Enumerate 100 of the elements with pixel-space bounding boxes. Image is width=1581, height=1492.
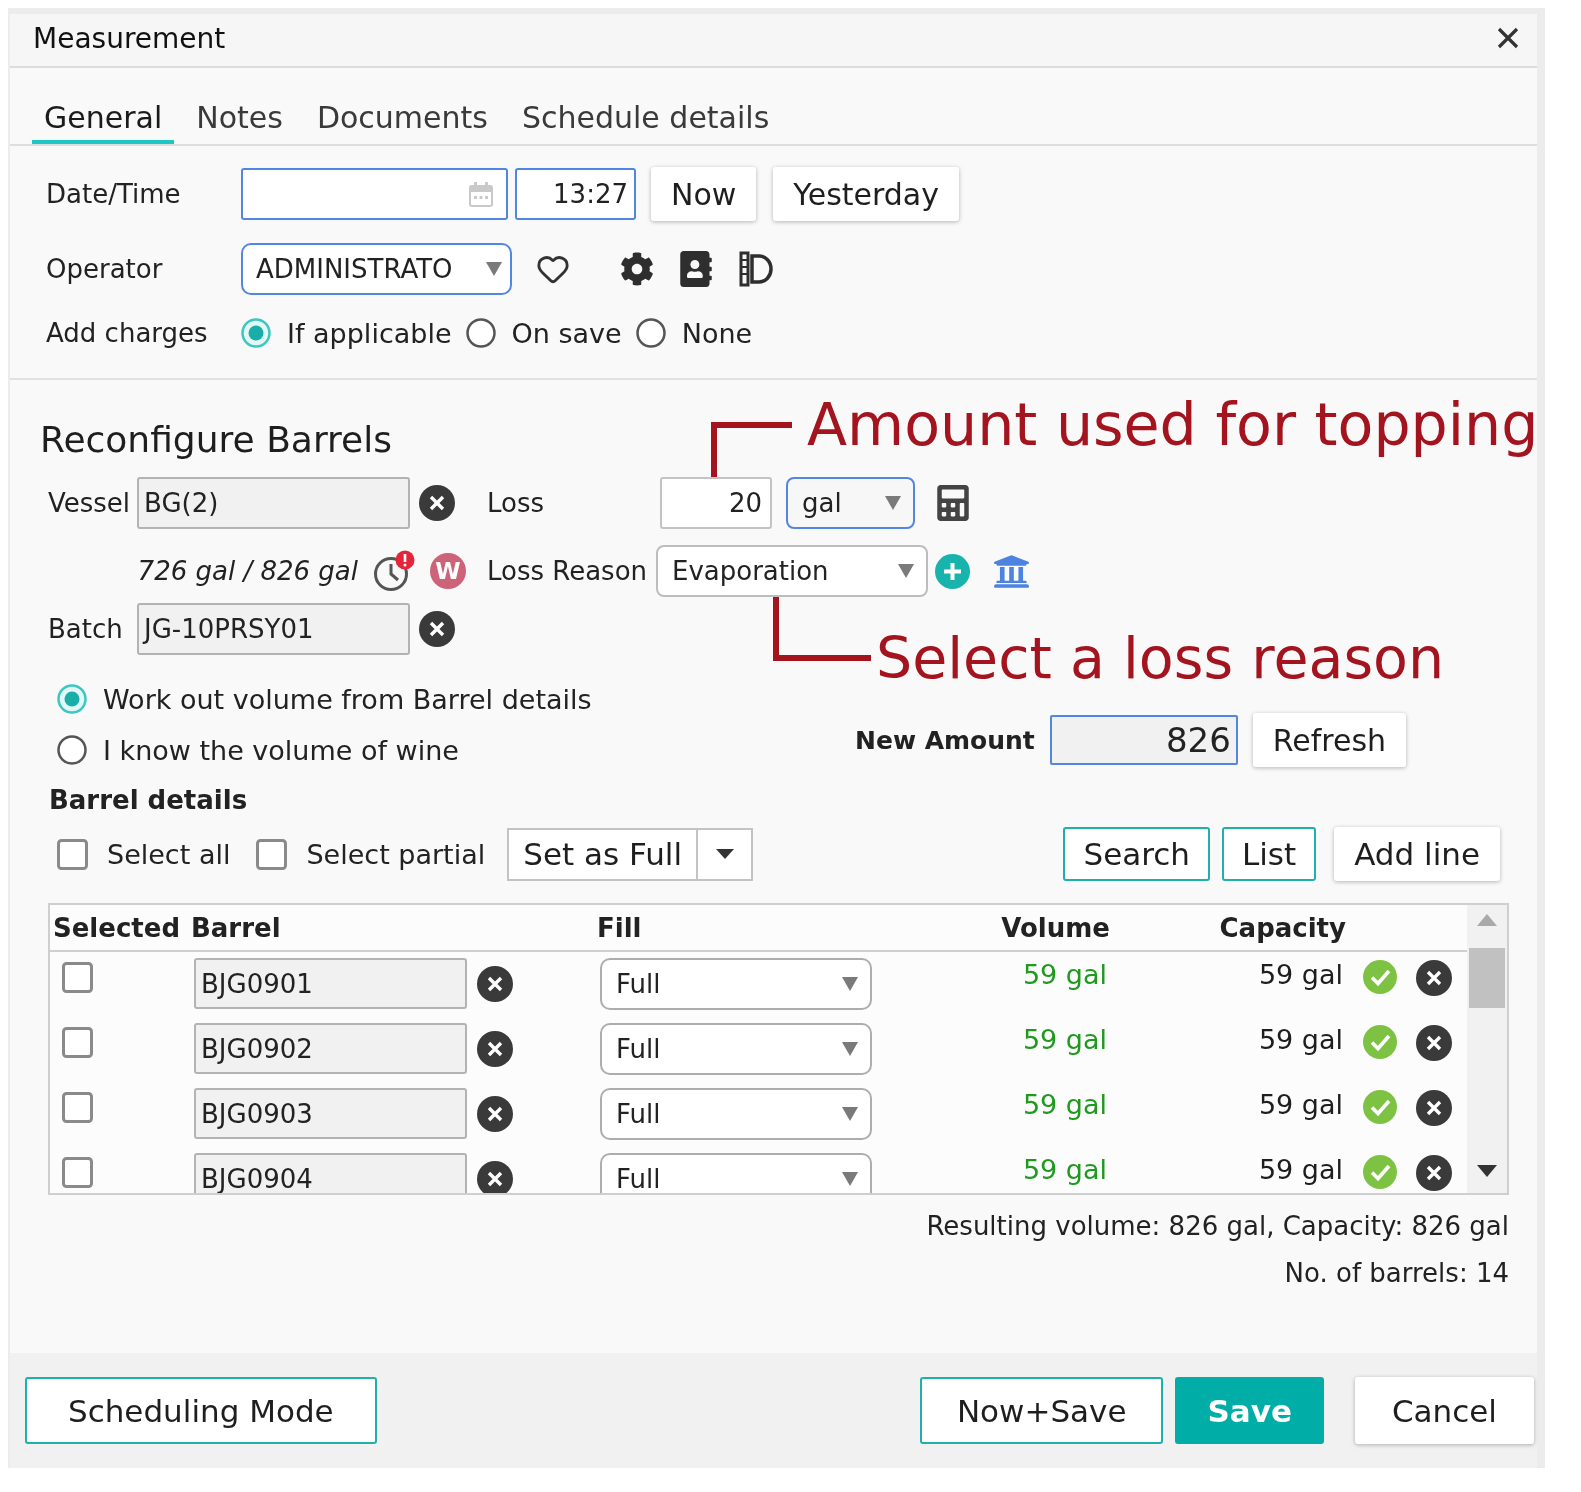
barrel-field[interactable]: BJG0903 <box>194 1088 467 1139</box>
field-label: Loss Reason <box>487 556 649 586</box>
now-button[interactable]: Now <box>651 167 757 221</box>
settings-icon[interactable] <box>620 252 654 286</box>
field-label: Add charges <box>46 318 208 348</box>
check-icon <box>1363 1090 1397 1124</box>
field-label: Operator <box>46 254 163 284</box>
tab[interactable]: Schedule details <box>509 100 782 144</box>
checkbox[interactable] <box>62 1092 93 1123</box>
search-button[interactable]: Search <box>1063 827 1210 881</box>
capacity-cell: 59 gal <box>1258 959 1343 991</box>
barrel-field[interactable]: BJG0901 <box>194 958 467 1009</box>
loss-field[interactable]: 20 <box>660 477 772 529</box>
radio-label[interactable]: I know the volume of wine <box>103 734 459 766</box>
barrel-field[interactable]: BJG0904 <box>194 1153 467 1193</box>
checkbox[interactable] <box>62 1027 93 1058</box>
tab[interactable]: Notes <box>184 100 295 144</box>
checkbox[interactable] <box>57 838 88 870</box>
now-save-button[interactable]: Now+Save <box>919 1377 1164 1444</box>
volume-cell: 59 gal <box>1022 959 1107 991</box>
window-title: Measurement <box>33 21 226 55</box>
radio-label[interactable]: If applicable <box>287 317 452 349</box>
refresh-button[interactable]: Refresh <box>1252 713 1407 767</box>
clear-icon[interactable] <box>477 1161 513 1193</box>
clear-icon[interactable] <box>477 1096 513 1132</box>
caret-icon <box>842 1042 858 1056</box>
vessel-field[interactable]: BG(2) <box>137 477 410 529</box>
tab[interactable]: Documents <box>304 100 500 144</box>
bank-icon[interactable] <box>993 552 1030 590</box>
section-heading: Barrel details <box>49 785 248 815</box>
radio-button[interactable] <box>57 684 87 714</box>
list-button[interactable]: List <box>1221 827 1317 881</box>
initial-badge[interactable]: W <box>430 553 466 589</box>
caret-icon <box>885 496 901 510</box>
remove-icon[interactable] <box>1416 1090 1452 1126</box>
volume-cell: 59 gal <box>1022 1089 1107 1121</box>
column-header: Selected <box>52 912 180 943</box>
radio-button[interactable] <box>465 318 496 348</box>
remove-icon[interactable] <box>1416 1155 1452 1191</box>
scroll-down-icon[interactable] <box>1477 1165 1497 1177</box>
field-label: Vessel <box>48 488 132 518</box>
clear-icon[interactable] <box>419 485 455 521</box>
clear-icon[interactable] <box>477 1031 513 1067</box>
radio-label[interactable]: None <box>681 317 753 349</box>
scroll-thumb[interactable] <box>1469 948 1505 1008</box>
annotation-text: Amount used for topping <box>807 396 1539 455</box>
checkbox-label[interactable]: Select partial <box>306 838 486 870</box>
fill-select[interactable]: Full <box>600 1153 872 1193</box>
radio-button[interactable] <box>241 318 271 348</box>
clear-icon[interactable] <box>419 611 455 647</box>
volume-cell: 59 gal <box>1022 1154 1107 1186</box>
clear-icon[interactable] <box>477 966 513 1002</box>
checkbox[interactable] <box>62 1157 93 1188</box>
section-title: Reconfigure Barrels <box>40 418 392 462</box>
field-label: Batch <box>48 614 124 644</box>
checkbox[interactable] <box>256 838 288 870</box>
add-line-button[interactable]: Add line <box>1334 827 1500 881</box>
checkbox[interactable] <box>62 962 93 993</box>
clock-alert-icon[interactable] <box>373 550 415 592</box>
unit-select[interactable]: gal <box>786 477 915 529</box>
capacity-cell: 59 gal <box>1258 1024 1343 1056</box>
check-icon <box>1363 1025 1397 1059</box>
scheduling-mode-button[interactable]: Scheduling Mode <box>25 1377 377 1444</box>
column-header: Capacity <box>1219 912 1346 943</box>
checkbox-label[interactable]: Select all <box>107 838 231 870</box>
volume-text: 726 gal / 826 gal <box>137 556 358 586</box>
capacity-cell: 59 gal <box>1258 1154 1343 1186</box>
radio-button[interactable] <box>635 318 666 348</box>
field-label: Loss <box>487 488 546 518</box>
fill-select[interactable]: Full <box>600 958 872 1010</box>
set-fill-button[interactable]: Set as Full <box>509 829 698 879</box>
batch-field[interactable]: JG-10PRSY01 <box>137 603 410 655</box>
time-field[interactable]: 13:27 <box>515 168 636 220</box>
yesterday-button[interactable]: Yesterday <box>773 167 959 221</box>
contact-card-icon[interactable] <box>678 251 714 287</box>
radio-button[interactable] <box>57 735 87 765</box>
close-icon[interactable] <box>1497 27 1519 49</box>
add-icon[interactable] <box>935 553 970 589</box>
summary-text: No. of barrels: 14 <box>1284 1258 1509 1288</box>
cancel-button[interactable]: Cancel <box>1354 1377 1534 1444</box>
loss-reason-select[interactable]: Evaporation <box>656 545 928 597</box>
amount-field[interactable]: 826 <box>1049 715 1238 765</box>
check-icon <box>1363 1155 1397 1189</box>
calculator-icon[interactable] <box>935 485 971 521</box>
annotation-text: Select a loss reason <box>876 630 1445 687</box>
barrel-field[interactable]: BJG0902 <box>194 1023 467 1074</box>
operator-select[interactable]: ADMINISTRATO <box>241 243 512 295</box>
field-label: New Amount <box>855 725 1035 755</box>
fill-select[interactable]: Full <box>600 1088 872 1140</box>
check-icon <box>1363 960 1397 994</box>
document-icon[interactable] <box>739 251 773 287</box>
radio-label[interactable]: Work out volume from Barrel details <box>103 683 592 715</box>
date-field[interactable] <box>241 168 508 220</box>
field-label: Date/Time <box>46 179 181 209</box>
caret-icon <box>486 262 502 276</box>
remove-icon[interactable] <box>1416 960 1452 996</box>
remove-icon[interactable] <box>1416 1025 1452 1061</box>
tab[interactable]: General <box>32 100 175 144</box>
radio-label[interactable]: On save <box>511 317 622 349</box>
fill-select[interactable]: Full <box>600 1023 872 1075</box>
